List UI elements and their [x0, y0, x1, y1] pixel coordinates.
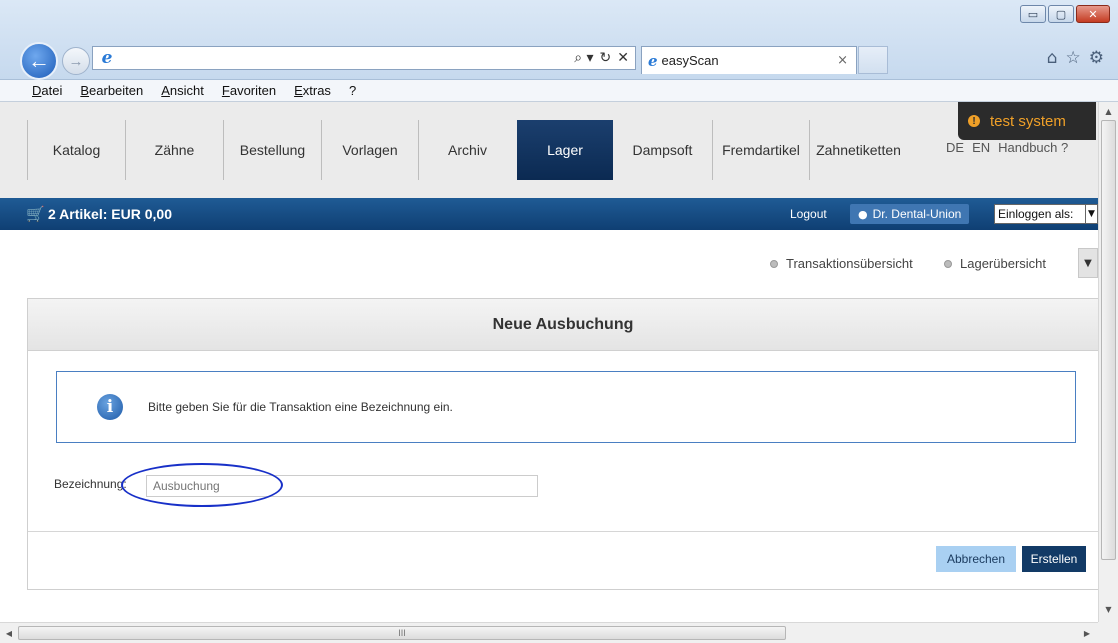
user-badge[interactable]: ● Dr. Dental-Union: [850, 204, 970, 224]
scroll-left-icon[interactable]: ◀: [2, 626, 16, 640]
panel-title: Neue Ausbuchung: [28, 299, 1098, 351]
nav-bestellung[interactable]: Bestellung: [223, 120, 321, 180]
bullet-icon: [944, 259, 952, 268]
menu-help[interactable]: ?: [349, 83, 356, 98]
nav-katalog[interactable]: Katalog: [27, 120, 125, 180]
scroll-right-icon[interactable]: ▶: [1080, 626, 1094, 640]
login-as-label: Einloggen als:: [998, 207, 1074, 221]
close-icon[interactable]: ×: [837, 53, 856, 68]
cart-icon[interactable]: 🛒: [26, 205, 45, 223]
lang-de[interactable]: DE: [946, 140, 964, 155]
arrow-left-icon: ←: [28, 48, 50, 73]
login-as-select[interactable]: Einloggen als: ▼: [994, 204, 1098, 224]
warning-icon: !: [968, 115, 980, 127]
minimize-button[interactable]: ▭: [1020, 5, 1046, 23]
test-system-banner: ! test system: [958, 102, 1096, 140]
address-input[interactable]: [117, 48, 575, 68]
app-navigation: Katalog Zähne Bestellung Vorlagen Archiv…: [0, 102, 1098, 198]
scrollbar-corner: [1098, 622, 1118, 643]
link-transaktionsuebersicht[interactable]: Transaktionsübersicht: [770, 256, 913, 271]
search-icon[interactable]: ⌕ ▾: [574, 50, 593, 66]
home-icon[interactable]: ⌂: [1047, 48, 1058, 68]
chevron-down-icon: ▼: [1084, 257, 1092, 269]
gear-icon[interactable]: ⚙: [1089, 48, 1104, 68]
maximize-button[interactable]: ▢: [1048, 5, 1074, 23]
test-system-label: test system: [990, 112, 1066, 130]
browser-right-icons: ⌂ ☆ ⚙: [1047, 48, 1104, 68]
address-tools: ⌕ ▾ ↻ ✕: [574, 50, 635, 66]
ie-logo-icon: e: [101, 48, 113, 68]
create-button[interactable]: Erstellen: [1022, 546, 1086, 572]
horizontal-scrollbar[interactable]: ◀ III ▶: [0, 622, 1098, 643]
nav-fremdartikel[interactable]: Fremdartikel: [712, 120, 809, 180]
nav-vorlagen[interactable]: Vorlagen: [321, 120, 418, 180]
menu-bearbeiten[interactable]: Bearbeiten: [80, 83, 143, 98]
nav-lager[interactable]: Lager: [517, 120, 613, 180]
lang-en[interactable]: EN: [972, 140, 990, 155]
bezeichnung-input[interactable]: [146, 475, 538, 497]
tab-title: easyScan: [661, 53, 719, 68]
info-icon: i: [97, 394, 123, 420]
language-links: DE EN Handbuch ?: [946, 140, 1068, 155]
link-lageruebersicht[interactable]: Lagerübersicht: [944, 256, 1046, 271]
nav-dampsoft[interactable]: Dampsoft: [613, 120, 712, 180]
handbuch-link[interactable]: Handbuch ?: [998, 140, 1068, 155]
horizontal-scroll-thumb[interactable]: III: [18, 626, 786, 640]
ie-logo-icon: e: [648, 51, 658, 70]
chevron-down-icon: ▼: [1085, 205, 1097, 223]
neue-ausbuchung-panel: Neue Ausbuchung i Bitte geben Sie für di…: [27, 298, 1098, 590]
close-window-button[interactable]: ✕: [1076, 5, 1110, 23]
scroll-up-icon[interactable]: ▲: [1099, 104, 1118, 118]
back-button[interactable]: ←: [20, 42, 58, 80]
cancel-button[interactable]: Abbrechen: [936, 546, 1016, 572]
menu-extras[interactable]: Extras: [294, 83, 331, 98]
forward-button[interactable]: →: [62, 47, 90, 75]
sub-dropdown-button[interactable]: ▼: [1078, 248, 1098, 278]
bezeichnung-label: Bezeichnung:: [54, 477, 127, 491]
panel-footer: Abbrechen Erstellen: [28, 531, 1098, 589]
link-label: Transaktionsübersicht: [786, 256, 913, 271]
sub-navigation: Transaktionsübersicht Lagerübersicht ▼: [0, 230, 1098, 290]
vertical-scrollbar[interactable]: ▲ ▼: [1098, 102, 1118, 622]
arrow-right-icon: →: [68, 52, 84, 70]
user-icon: ●: [858, 207, 868, 221]
new-tab-button[interactable]: [858, 46, 888, 74]
info-box: i Bitte geben Sie für die Transaktion ei…: [56, 371, 1076, 443]
bullet-icon: [770, 259, 778, 268]
nav-zaehne[interactable]: Zähne: [125, 120, 223, 180]
stop-icon[interactable]: ✕: [617, 50, 629, 66]
menu-ansicht[interactable]: Ansicht: [161, 83, 204, 98]
vertical-scroll-thumb[interactable]: [1101, 120, 1116, 560]
menu-bar: Datei Bearbeiten Ansicht Favoriten Extra…: [0, 80, 1118, 102]
logout-link[interactable]: Logout: [790, 207, 827, 221]
user-name: Dr. Dental-Union: [872, 207, 962, 221]
favorites-star-icon[interactable]: ☆: [1066, 48, 1081, 68]
menu-favoriten[interactable]: Favoriten: [222, 83, 276, 98]
refresh-icon[interactable]: ↻: [600, 50, 612, 66]
nav-zahnetiketten[interactable]: Zahnetiketten: [809, 120, 907, 180]
address-bar[interactable]: e ⌕ ▾ ↻ ✕: [92, 46, 636, 70]
cart-bar: 🛒 2 Artikel: EUR 0,00 Logout ● Dr. Denta…: [0, 198, 1098, 230]
nav-archiv[interactable]: Archiv: [418, 120, 516, 180]
window-controls: ▭ ▢ ✕: [1020, 5, 1110, 23]
menu-datei[interactable]: Datei: [32, 83, 62, 98]
scroll-down-icon[interactable]: ▼: [1099, 602, 1118, 616]
browser-tab-easyscan[interactable]: e easyScan ×: [641, 46, 857, 74]
info-text: Bitte geben Sie für die Transaktion eine…: [148, 400, 453, 414]
grip-icon: III: [398, 628, 406, 638]
cart-summary[interactable]: 2 Artikel: EUR 0,00: [48, 206, 172, 222]
browser-titlebar: ▭ ▢ ✕ ← → e ⌕ ▾ ↻ ✕ e easyScan × ⌂ ☆ ⚙: [0, 0, 1118, 80]
page-viewport: Katalog Zähne Bestellung Vorlagen Archiv…: [0, 102, 1098, 622]
link-label: Lagerübersicht: [960, 256, 1046, 271]
